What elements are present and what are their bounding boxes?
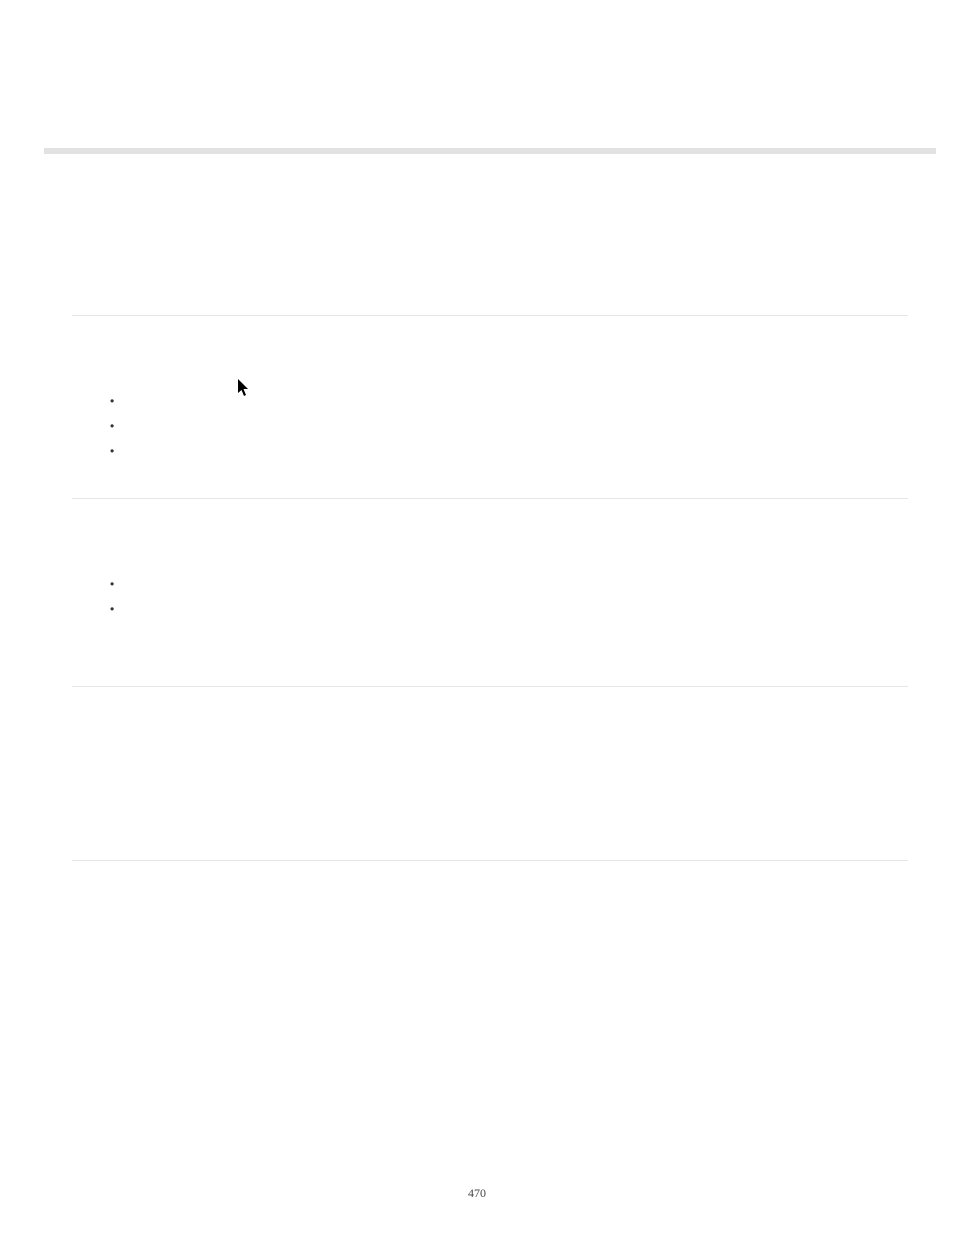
list-item [110, 602, 896, 627]
list-item [110, 444, 896, 469]
list-item [110, 394, 896, 419]
bullet-list [110, 577, 896, 627]
page-number: 470 [0, 1186, 954, 1201]
list-item [110, 577, 896, 602]
section-1 [72, 315, 908, 498]
section-3 [72, 686, 908, 860]
bullet-list [110, 394, 896, 469]
section-2 [72, 498, 908, 686]
header-rule [44, 148, 936, 154]
list-item [110, 419, 896, 444]
page-body [72, 315, 908, 1009]
section-4 [72, 860, 908, 1009]
